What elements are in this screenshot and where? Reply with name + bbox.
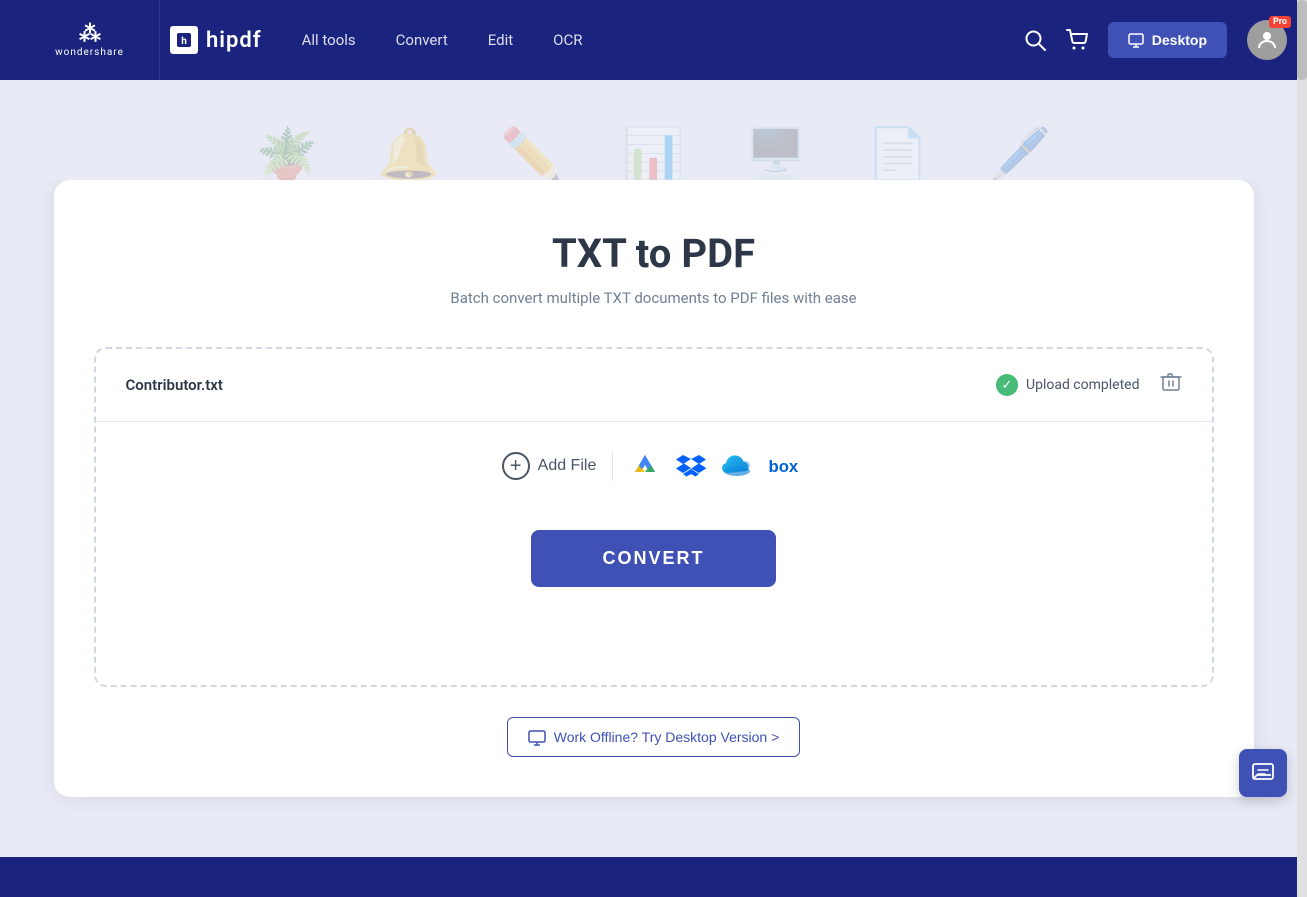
add-file-row: + Add File [96,422,1212,510]
hipdf-logo-icon: h [170,26,198,54]
deco-monitor-icon: 🖥️ [745,130,807,180]
search-button[interactable] [1024,29,1046,51]
scrollbar[interactable] [1297,0,1307,897]
deco-plant-icon: 🪴 [256,130,318,180]
svg-text:box: box [769,457,799,476]
box-button[interactable]: box [767,455,805,477]
dropbox-button[interactable] [675,450,707,482]
file-name: Contributor.txt [126,376,997,394]
svg-text:h: h [181,36,187,47]
add-file-button[interactable]: + Add File [502,452,597,480]
nav-convert[interactable]: Convert [396,31,448,49]
nav-ocr[interactable]: OCR [553,31,582,49]
cart-button[interactable] [1066,29,1088,51]
desktop-button[interactable]: Desktop [1108,22,1227,58]
scrollbar-thumb[interactable] [1297,0,1307,80]
nav-edit[interactable]: Edit [488,31,513,49]
bg-decoration: 🪴 🔔 ✏️ 📊 🖥️ 📄 🖊️ [0,80,1307,180]
deco-feather-icon: 🖊️ [989,130,1051,180]
footer-bar [0,857,1307,897]
desktop-btn-label: Desktop [1152,32,1207,48]
page-subtitle: Batch convert multiple TXT documents to … [94,289,1214,307]
add-circle-icon: + [502,452,530,480]
avatar-wrap: Pro [1247,20,1287,60]
pro-badge: Pro [1269,16,1291,28]
deco-chart-icon: 📊 [622,130,684,180]
deco-pencil-icon: ✏️ [500,130,562,180]
main-content: TXT to PDF Batch convert multiple TXT do… [0,180,1307,837]
converter-card: TXT to PDF Batch convert multiple TXT do… [54,180,1254,797]
google-drive-button[interactable] [629,450,661,482]
deco-lamp-icon: 🔔 [378,130,440,180]
nav-all-tools[interactable]: All tools [302,31,356,49]
upload-status: ✓ Upload completed [996,374,1140,396]
wondershare-icon: ⁂ [79,22,100,47]
check-icon: ✓ [996,374,1018,396]
offline-btn-label: Work Offline? Try Desktop Version > [554,729,780,745]
upload-status-label: Upload completed [1026,377,1140,393]
chat-button[interactable] [1239,749,1287,797]
delete-file-button[interactable] [1160,371,1182,399]
add-file-label: Add File [538,457,597,475]
offline-link-wrap: Work Offline? Try Desktop Version > [94,717,1214,757]
deco-doc-icon: 📄 [867,130,929,180]
nav-actions: Desktop Pro [1024,20,1287,60]
convert-button-wrap: CONVERT [96,530,1212,587]
upload-area: Contributor.txt ✓ Upload completed + Add… [94,347,1214,687]
wondershare-label: wondershare [55,47,124,58]
cloud-icons: box [629,450,805,482]
onedrive-button[interactable] [721,450,753,482]
hipdf-brand: h hipdf [170,26,262,54]
navbar: ⁂ wondershare h hipdf All tools Convert … [0,0,1307,80]
hipdf-text: hipdf [206,28,262,53]
convert-button[interactable]: CONVERT [531,530,776,587]
offline-button[interactable]: Work Offline? Try Desktop Version > [507,717,801,757]
file-row: Contributor.txt ✓ Upload completed [96,349,1212,422]
page-title: TXT to PDF [94,230,1214,277]
wondershare-brand: ⁂ wondershare [20,0,160,80]
nav-links: All tools Convert Edit OCR [302,31,1024,49]
divider [612,451,613,481]
